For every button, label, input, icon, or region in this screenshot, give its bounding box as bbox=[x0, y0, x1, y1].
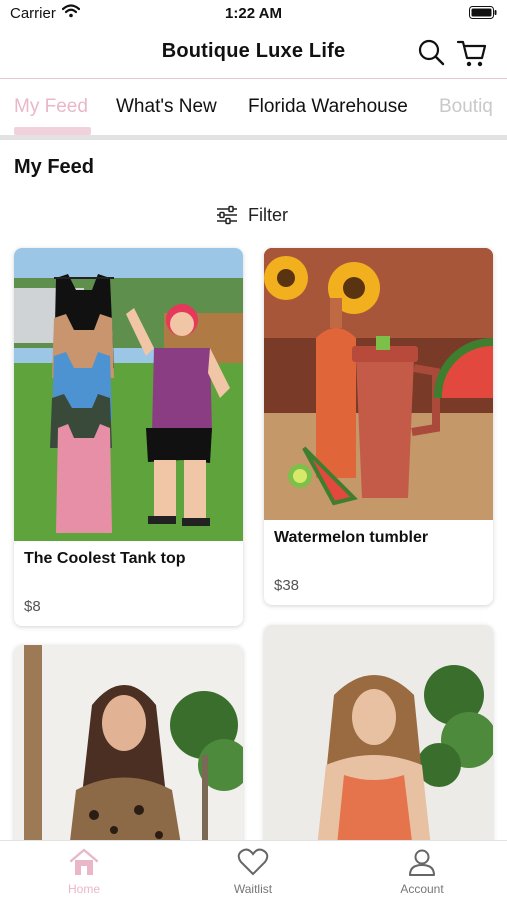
nav-waitlist-label: Waitlist bbox=[233, 882, 273, 896]
tab-boutique[interactable]: Boutiq bbox=[439, 96, 493, 118]
product-image bbox=[14, 248, 243, 541]
nav-home[interactable]: Home bbox=[34, 847, 134, 896]
nav-account[interactable]: Account bbox=[372, 847, 472, 896]
page-title: My Feed bbox=[14, 156, 95, 178]
clock: 1:22 AM bbox=[225, 5, 282, 22]
header-divider bbox=[0, 78, 507, 79]
search-icon[interactable] bbox=[415, 37, 447, 69]
app-header: Boutique Luxe Life bbox=[0, 28, 507, 78]
filter-button[interactable]: Filter bbox=[216, 203, 288, 227]
person-icon bbox=[409, 849, 435, 876]
battery-icon bbox=[469, 6, 497, 19]
filter-label: Filter bbox=[248, 204, 288, 225]
product-name: The Coolest Tank top bbox=[24, 550, 186, 567]
product-image bbox=[264, 625, 493, 875]
heart-icon bbox=[237, 848, 269, 876]
sliders-icon bbox=[217, 205, 237, 225]
tab-florida-warehouse[interactable]: Florida Warehouse bbox=[248, 96, 408, 118]
status-bar: Carrier 1:22 AM bbox=[0, 0, 507, 28]
tabs-divider bbox=[0, 135, 507, 140]
active-tab-indicator bbox=[14, 127, 91, 135]
product-card[interactable]: The Coolest Tank top $8 bbox=[14, 248, 243, 626]
product-price: $8 bbox=[24, 598, 41, 615]
tab-my-feed[interactable]: My Feed bbox=[14, 96, 88, 118]
product-image bbox=[264, 248, 493, 520]
product-name: Watermelon tumbler bbox=[274, 529, 429, 546]
nav-account-label: Account bbox=[400, 882, 444, 896]
product-card[interactable]: Watermelon tumbler $38 bbox=[264, 248, 493, 605]
nav-home-label: Home bbox=[67, 882, 100, 896]
nav-waitlist[interactable]: Waitlist bbox=[203, 847, 303, 896]
cart-icon[interactable] bbox=[456, 37, 488, 69]
product-price: $38 bbox=[274, 577, 300, 594]
home-icon bbox=[69, 848, 99, 875]
product-card[interactable] bbox=[264, 625, 493, 875]
tab-whats-new[interactable]: What's New bbox=[116, 96, 217, 118]
bottom-nav: Home Waitlist Account bbox=[0, 840, 507, 901]
